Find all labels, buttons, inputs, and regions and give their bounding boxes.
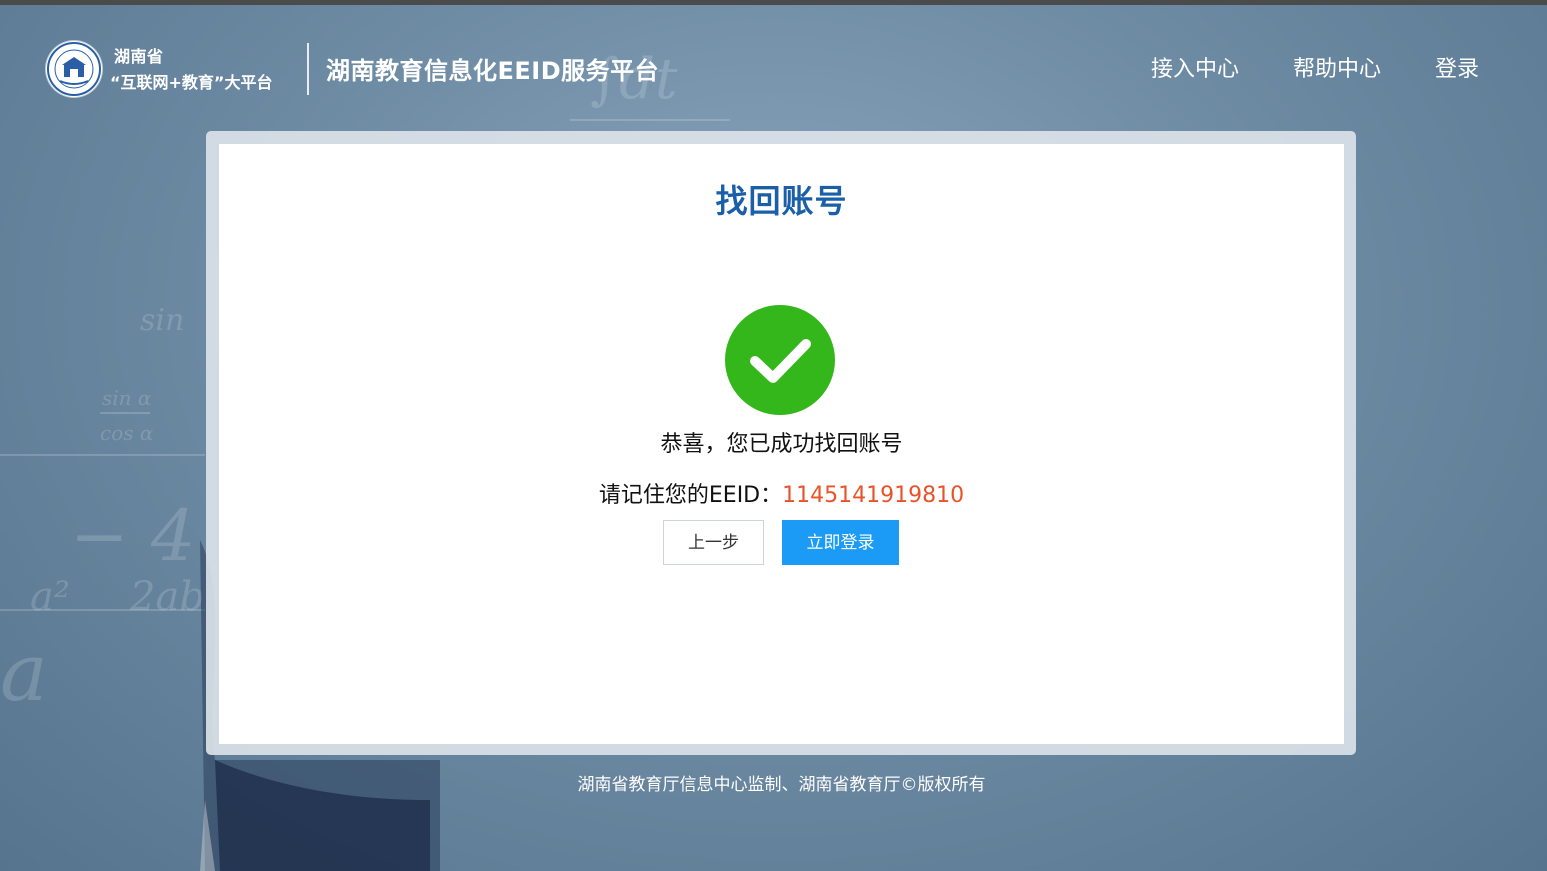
success-message: 恭喜，您已成功找回账号 (660, 432, 903, 457)
svg-text:− 4: − 4 (70, 495, 195, 577)
nav-help-center[interactable]: 帮助中心 (1293, 51, 1381, 83)
svg-text:2ab: 2ab (129, 574, 205, 620)
svg-text:a²: a² (30, 574, 70, 620)
footer-copyright: 湖南省教育厅信息中心监制、湖南省教育厅©版权所有 (577, 775, 986, 795)
svg-text:a: a (0, 626, 48, 719)
page-title: 找回账号 (715, 182, 848, 220)
eeid-value: 1145141919810 (782, 483, 965, 508)
check-circle-icon (725, 305, 835, 415)
svg-text:sin α: sin α (102, 386, 152, 410)
checkmark-icon (750, 339, 811, 383)
site-title[interactable]: 湖南教育信息化EEID服务平台 (326, 51, 659, 86)
recover-account-card: 找回账号 恭喜，您已成功找回账号 请记住您的EEID：1145141919810… (219, 144, 1344, 744)
eeid-label: 请记住您的EEID： (598, 483, 783, 508)
school-emblem-icon (47, 42, 101, 96)
login-now-button[interactable]: 立即登录 (782, 520, 899, 565)
nav-login[interactable]: 登录 (1435, 51, 1479, 83)
brand-platform-name: “互联网+教育”大平台 (110, 73, 273, 92)
svg-text:sin: sin (140, 303, 184, 338)
eeid-line: 请记住您的EEID：1145141919810 (219, 477, 1344, 509)
platform-logo[interactable] (46, 41, 102, 97)
svg-text:cos α: cos α (100, 421, 154, 445)
site-header: 湖南省 “互联网+教育”大平台 湖南教育信息化EEID服务平台 接入中心 帮助中… (0, 5, 1547, 125)
nav-access-center[interactable]: 接入中心 (1151, 51, 1239, 83)
brand-divider (307, 43, 309, 95)
brand-province: 湖南省 (114, 47, 164, 66)
previous-step-button[interactable]: 上一步 (663, 520, 764, 565)
